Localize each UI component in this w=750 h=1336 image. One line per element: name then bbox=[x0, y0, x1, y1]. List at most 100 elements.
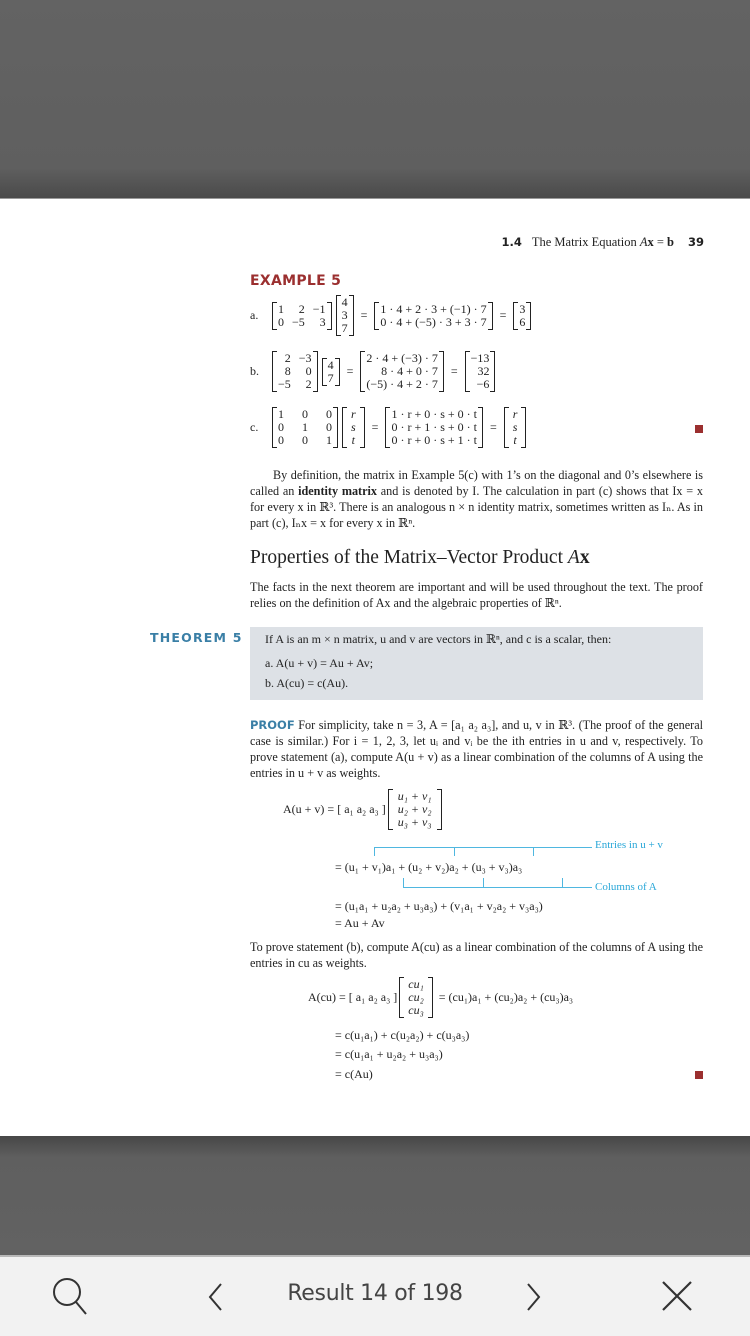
matrix-entry: 0 bbox=[302, 433, 308, 447]
vector-entry: 7 bbox=[341, 321, 348, 335]
example-b-matrix: 2 −3 80 −5 2 bbox=[272, 351, 318, 392]
proof-intro-text: For simplicity, take n = 3, A = [a₁ a₂ a… bbox=[250, 718, 703, 780]
equals-sign: = bbox=[450, 364, 458, 378]
chevron-right-icon[interactable] bbox=[523, 1281, 543, 1318]
proof-equation-3: = (u₁a₁ + u₂a₂ + u₃a₃) + (v₁a₁ + v₂a₂ + … bbox=[335, 899, 543, 913]
eq5-vector: cu₁ cu₂ cu₃ bbox=[399, 977, 433, 1018]
example-b: b. 2 −3 80 −5 2 47 = 2 · 4 + (−3) · 78 · 4… bbox=[250, 351, 497, 392]
matrix-entry: 3 bbox=[319, 314, 326, 329]
running-head-b: b bbox=[667, 235, 674, 249]
matrix-entry: 1 bbox=[326, 433, 332, 447]
example-b-vector: 47 bbox=[321, 357, 340, 386]
proof-equation-1: A(u + v) = [ a₁ a₂ a₃ ] u₁ + v₁ u₂ + v₂ u₃… bbox=[283, 789, 444, 830]
viewer-background-top bbox=[0, 0, 750, 198]
equals-sign: = bbox=[360, 308, 368, 322]
end-of-example-marker bbox=[695, 425, 703, 433]
equals-sign: = bbox=[499, 308, 507, 322]
eq1-lhs: A(u + v) = [ a₁ a₂ a₃ ] bbox=[283, 802, 386, 816]
expanded-entry: (−5) · 4 + 2 · 7 bbox=[366, 377, 438, 391]
expanded-entry: 0 · r + 0 · s + 1 · t bbox=[391, 433, 477, 447]
example-c-result: rst bbox=[503, 407, 527, 448]
entries-arrow-1 bbox=[374, 847, 375, 856]
running-head-eq: = bbox=[653, 235, 668, 249]
example-a-expanded: 1 · 4 + 2 · 3 + (−1) · 70 · 4 + (−5) · 3… bbox=[374, 301, 493, 330]
identity-paragraph: By definition, the matrix in Example 5(c… bbox=[250, 467, 703, 531]
theorem-statement: If A is an m × n matrix, u and v are vec… bbox=[265, 632, 612, 646]
vector-entry: t bbox=[351, 433, 355, 447]
example-a-vector: 437 bbox=[335, 295, 354, 336]
expanded-entry: 0 · 4 + (−5) · 3 + 3 · 7 bbox=[380, 314, 487, 329]
entries-arrow-2 bbox=[454, 847, 455, 856]
matrix-entry: −1 bbox=[312, 301, 326, 316]
equals-sign: = bbox=[489, 420, 497, 434]
result-entry: −6 bbox=[476, 377, 490, 391]
result-entry: 3 bbox=[519, 301, 526, 316]
identity-matrix-term: identity matrix bbox=[298, 484, 378, 498]
vector-entry: 4 bbox=[327, 357, 334, 372]
example-c: c. 100 010 001 rst = 1 · r + 0 · s + 0 ·… bbox=[250, 407, 528, 448]
section-heading: Properties of the Matrix–Vector Product … bbox=[250, 547, 590, 569]
vector-entry: cu₃ bbox=[408, 1003, 424, 1017]
example-a-label: a. bbox=[250, 308, 259, 322]
example-a: a. 1 2 −1 0 −5 3 437 = 1 · 4 + 2 · 3 + (−1) … bbox=[250, 295, 533, 336]
section-heading-x: x bbox=[579, 547, 590, 568]
columns-arrow-2 bbox=[483, 878, 484, 887]
columns-arrow-1 bbox=[403, 878, 404, 887]
theorem-part-b: b. A(cu) = c(Au). bbox=[265, 676, 349, 690]
example-c-matrix: 100 010 001 bbox=[272, 407, 338, 448]
example-a-result: 36 bbox=[513, 301, 532, 330]
proof-keyword: PROOF bbox=[250, 718, 295, 732]
example-c-expanded: 1 · r + 0 · s + 0 · t0 · r + 1 · s + 0 ·… bbox=[385, 407, 483, 448]
example-c-label: c. bbox=[250, 420, 259, 434]
equals-sign: = bbox=[371, 420, 379, 434]
running-head: 1.4 The Matrix Equation Ax = b 39 bbox=[501, 235, 704, 250]
close-icon[interactable] bbox=[660, 1279, 694, 1318]
columns-bracket-line bbox=[403, 887, 592, 888]
proof-part-b-intro: To prove statement (b), compute A(cu) as… bbox=[250, 940, 703, 970]
search-results-toolbar: Result 14 of 198 bbox=[0, 1255, 750, 1336]
result-entry: t bbox=[513, 433, 517, 447]
matrix-entry: −5 bbox=[292, 314, 305, 329]
vector-entry: 7 bbox=[327, 370, 334, 385]
vector-entry: u₃ + v₃ bbox=[397, 815, 432, 829]
proof-equation-4: = Au + Av bbox=[335, 916, 385, 930]
running-head-title: The Matrix Equation bbox=[531, 235, 640, 249]
theorem-part-a: a. A(u + v) = Au + Av; bbox=[265, 656, 374, 670]
example-a-matrix: 1 2 −1 0 −5 3 bbox=[272, 301, 332, 330]
theorem-box: If A is an m × n matrix, u and v are vec… bbox=[250, 627, 703, 700]
columns-arrow-3 bbox=[562, 878, 563, 887]
result-counter: Result 14 of 198 bbox=[287, 1281, 463, 1306]
eq5-rhs: = (cu₁)a₁ + (cu₂)a₂ + (cu₃)a₃ bbox=[438, 990, 574, 1004]
annotation-columns: Columns of A bbox=[595, 881, 657, 893]
matrix-entry: 0 bbox=[278, 433, 284, 447]
matrix-entry: −5 bbox=[278, 377, 291, 391]
example-b-result: −13 32 −6 bbox=[464, 351, 496, 392]
section-heading-text: Properties of the Matrix–Vector Product bbox=[250, 547, 568, 568]
matrix-entry: 1 bbox=[278, 301, 284, 316]
expanded-entry: 1 · 4 + 2 · 3 + (−1) · 7 bbox=[380, 301, 487, 316]
proof-intro: PROOF For simplicity, take n = 3, A = [a… bbox=[250, 717, 703, 781]
example-title: EXAMPLE 5 bbox=[250, 273, 342, 289]
example-b-label: b. bbox=[250, 364, 259, 378]
example-b-expanded: 2 · 4 + (−3) · 78 · 4 + 0 · 7 (−5) · 4 + … bbox=[360, 351, 444, 392]
proof-equation-8: = c(Au) bbox=[335, 1067, 373, 1081]
matrix-entry: 2 bbox=[298, 301, 305, 316]
book-page: 1.4 The Matrix Equation Ax = b 39 EXAMPLE … bbox=[0, 198, 750, 1137]
entries-bracket-line bbox=[374, 847, 592, 848]
end-of-proof-marker bbox=[695, 1071, 703, 1079]
viewer-background-bottom bbox=[0, 1136, 750, 1256]
section-intro: The facts in the next theorem are import… bbox=[250, 580, 703, 610]
matrix-entry: 2 bbox=[305, 377, 312, 391]
proof-equation-2: = (u₁ + v₁)a₁ + (u₂ + v₂)a₂ + (u₃ + v₃)a… bbox=[335, 860, 523, 874]
entries-arrow-3 bbox=[533, 847, 534, 856]
annotation-entries: Entries in u + v bbox=[595, 839, 663, 851]
eq1-vector: u₁ + v₁ u₂ + v₂ u₃ + v₃ bbox=[387, 789, 442, 830]
result-entry: 6 bbox=[519, 314, 526, 329]
proof-equation-5: A(cu) = [ a₁ a₂ a₃ ] cu₁ cu₂ cu₃ = (cu₁)a₁… bbox=[308, 977, 573, 1018]
theorem-label: THEOREM 5 bbox=[150, 630, 243, 645]
example-c-vector: rst bbox=[342, 407, 365, 448]
proof-equation-6: = c(u₁a₁) + c(u₂a₂) + c(u₃a₃) bbox=[335, 1028, 470, 1042]
page-number: 39 bbox=[687, 235, 704, 249]
section-heading-A: A bbox=[567, 547, 580, 568]
section-number: 1.4 bbox=[501, 235, 522, 249]
